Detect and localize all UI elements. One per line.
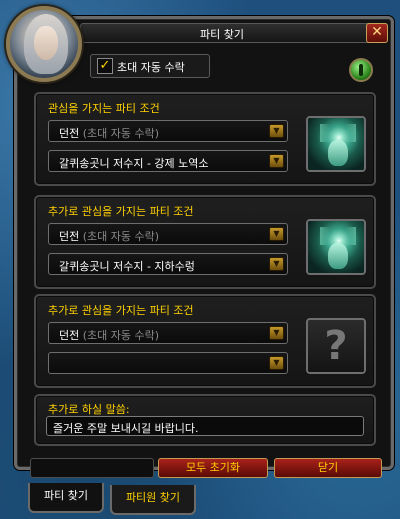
dungeon-type-dropdown[interactable]: 던전 (초대 자동 수락) ▼ — [48, 223, 288, 245]
chevron-down-icon[interactable]: ▼ — [269, 326, 284, 340]
comment-input[interactable]: 즐거운 주말 보내시길 바랍니다. — [46, 416, 364, 436]
question-mark-icon: ? — [306, 318, 366, 374]
dungeon-select-dropdown[interactable]: ▼ — [48, 352, 288, 374]
tab-find-party[interactable]: 파티 찾기 — [28, 483, 104, 513]
title-bar[interactable]: 파티 찾기 — [80, 23, 388, 43]
window-title: 파티 찾기 — [200, 28, 244, 41]
dropdown-value: 갈퀴송곳니 저수지 - 강제 노역소 — [59, 157, 209, 170]
party-condition-panel-2: 추가로 관심을 가지는 파티 조건 던전 (초대 자동 수락) ▼ 갈퀴송곳니 … — [34, 195, 376, 289]
dropdown-value: 던전 (초대 자동 수락) — [59, 127, 160, 140]
panel-title: 추가로 관심을 가지는 파티 조건 — [48, 205, 194, 218]
chevron-down-icon[interactable]: ▼ — [269, 227, 284, 241]
dungeon-select-dropdown[interactable]: 갈퀴송곳니 저수지 - 강제 노역소 ▼ — [48, 150, 288, 172]
comment-label: 추가로 하실 말씀: — [48, 403, 130, 416]
lfg-status-icon[interactable] — [349, 58, 373, 82]
chevron-down-icon[interactable]: ▼ — [269, 257, 284, 271]
dropdown-value: 던전 (초대 자동 수락) — [59, 329, 160, 342]
reset-all-button[interactable]: 모두 초기화 — [158, 458, 268, 478]
auto-accept-toggle[interactable]: ✓ 초대 자동 수락 — [90, 54, 210, 78]
comment-value: 즐거운 주말 보내시길 바랍니다. — [53, 422, 199, 435]
panel-title: 관심을 가지는 파티 조건 — [48, 102, 160, 115]
party-condition-panel-3: 추가로 관심을 가지는 파티 조건 던전 (초대 자동 수락) ▼ ▼ ? — [34, 294, 376, 388]
dungeon-type-dropdown[interactable]: 던전 (초대 자동 수락) ▼ — [48, 322, 288, 344]
chevron-down-icon[interactable]: ▼ — [269, 154, 284, 168]
close-button[interactable]: 닫기 — [274, 458, 382, 478]
close-icon[interactable]: ✕ — [366, 23, 388, 43]
chevron-down-icon[interactable]: ▼ — [269, 356, 284, 370]
boss-portrait-icon — [306, 219, 366, 275]
party-condition-panel-1: 관심을 가지는 파티 조건 던전 (초대 자동 수락) ▼ 갈퀴송곳니 저수지 … — [34, 92, 376, 186]
auto-accept-checkbox[interactable]: ✓ — [97, 58, 113, 74]
boss-portrait-icon — [306, 116, 366, 172]
tab-find-members[interactable]: 파티원 찾기 — [110, 485, 196, 515]
status-slot — [30, 458, 154, 478]
bottom-bar: 모두 초기화 닫기 — [20, 455, 390, 481]
dungeon-type-dropdown[interactable]: 던전 (초대 자동 수락) ▼ — [48, 120, 288, 142]
panel-title: 추가로 관심을 가지는 파티 조건 — [48, 304, 194, 317]
dungeon-select-dropdown[interactable]: 갈퀴송곳니 저수지 - 지하수렁 ▼ — [48, 253, 288, 275]
auto-accept-label: 초대 자동 수락 — [117, 61, 185, 74]
portrait-face — [34, 26, 58, 60]
player-portrait-icon — [6, 6, 82, 82]
dropdown-value: 갈퀴송곳니 저수지 - 지하수렁 — [59, 260, 195, 273]
chevron-down-icon[interactable]: ▼ — [269, 124, 284, 138]
dropdown-value: 던전 (초대 자동 수락) — [59, 230, 160, 243]
